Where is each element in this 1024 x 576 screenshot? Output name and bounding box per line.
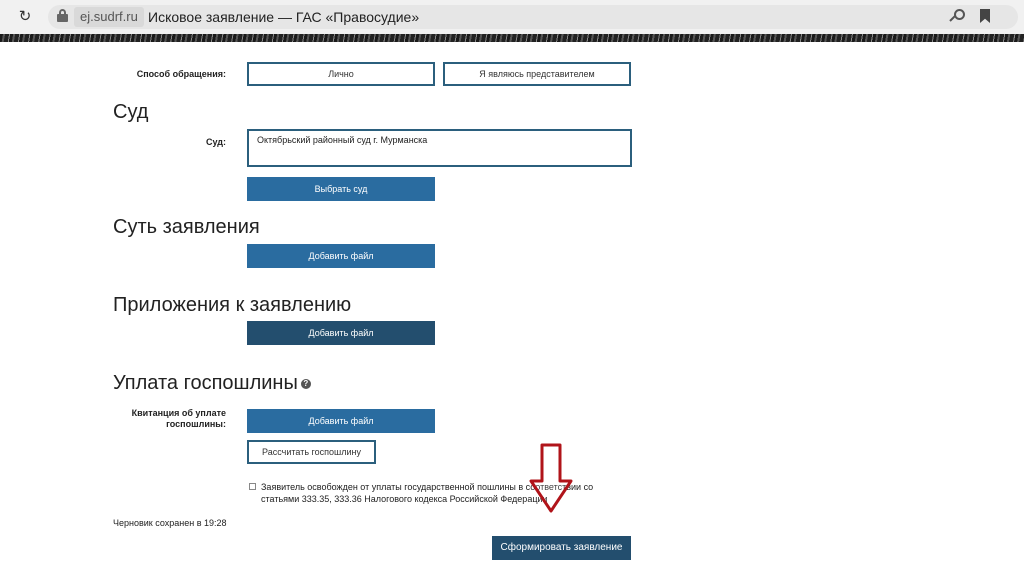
fee-heading-text: Уплата госпошлины	[113, 372, 298, 394]
browser-toolbar: ↻ ej.sudrf.ru Исковое заявление — ГАС «П…	[0, 0, 1024, 34]
attachments-add-file-button[interactable]: Добавить файл	[247, 321, 435, 345]
appeal-personal-button[interactable]: Лично	[247, 62, 435, 86]
claim-add-file-button[interactable]: Добавить файл	[247, 244, 435, 268]
receipt-label: Квитанция об уплате госпошлины:	[113, 408, 226, 430]
help-icon[interactable]: ?	[300, 378, 311, 389]
receipt-label-line2: госпошлины:	[166, 419, 226, 429]
reload-icon[interactable]: ↻	[16, 8, 34, 26]
court-field[interactable]: Октябрьский районный суд г. Мурманска	[247, 129, 632, 167]
url-domain[interactable]: ej.sudrf.ru	[74, 7, 144, 27]
zoom-icon[interactable]	[949, 9, 966, 25]
annotation-arrow-down-icon	[529, 443, 573, 513]
fee-exempt-checkbox[interactable]	[249, 483, 256, 490]
receipt-label-line1: Квитанция об уплате	[131, 408, 226, 418]
claim-heading: Суть заявления	[113, 216, 260, 238]
appeal-method-label: Способ обращения:	[136, 69, 226, 79]
appeal-representative-button[interactable]: Я являюсь представителем	[443, 62, 631, 86]
receipt-add-file-button[interactable]: Добавить файл	[247, 409, 435, 433]
submit-button[interactable]: Сформировать заявление	[492, 536, 631, 560]
draft-status: Черновик сохранен в 19:28	[113, 518, 227, 528]
attachments-heading: Приложения к заявлению	[113, 294, 352, 316]
calculate-fee-button[interactable]: Рассчитать госпошлину	[247, 440, 376, 464]
court-heading: Суд	[113, 101, 149, 123]
header-decor-stripe	[0, 34, 1024, 42]
fee-heading: Уплата госпошлины?	[113, 371, 311, 395]
select-court-button[interactable]: Выбрать суд	[247, 177, 435, 201]
lock-icon[interactable]	[57, 9, 68, 23]
page-title: Исковое заявление — ГАС «Правосудие»	[148, 9, 420, 25]
fee-exempt-label: Заявитель освобожден от уплаты государст…	[261, 482, 594, 504]
court-field-label: Суд:	[206, 137, 226, 147]
